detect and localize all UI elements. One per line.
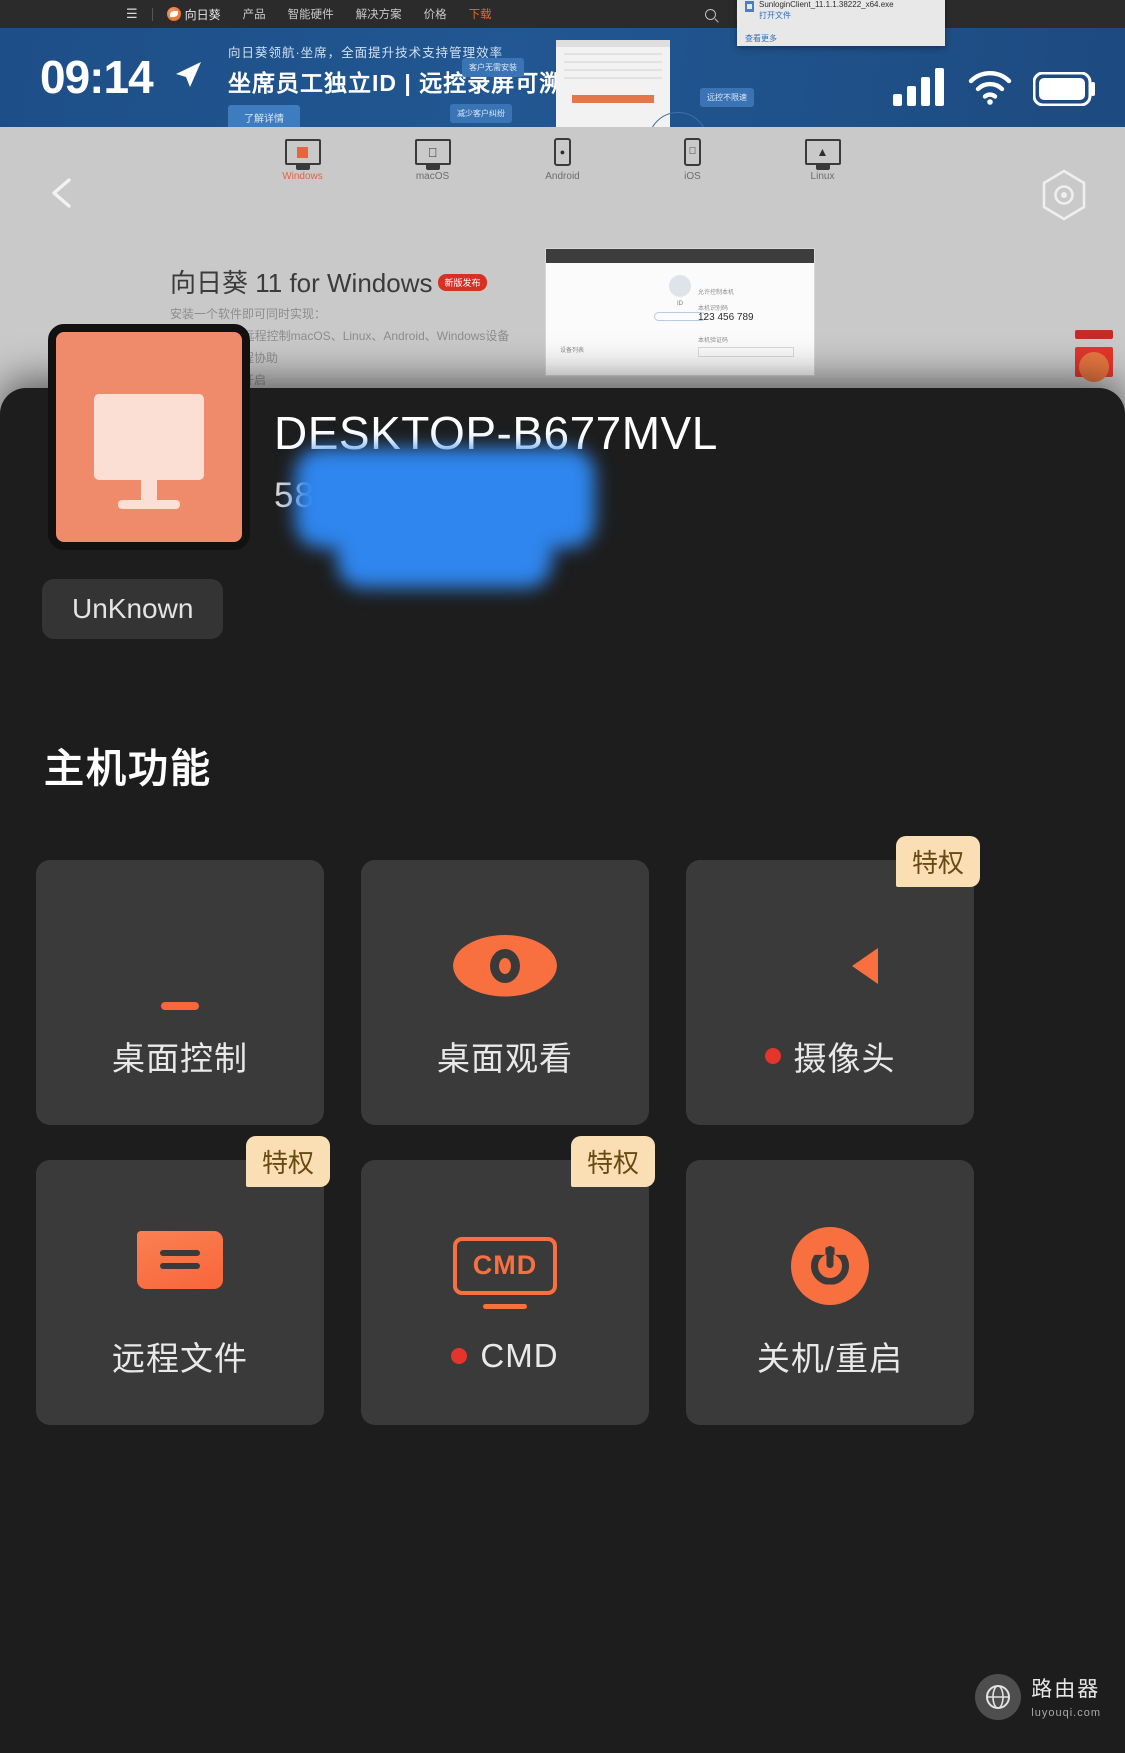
card-power[interactable]: 关机/重启 (686, 1160, 974, 1425)
ios-phone-icon:  (654, 135, 732, 169)
nav-link-pricing[interactable]: 价格 (424, 6, 447, 22)
os-tab-macos[interactable]:  macOS (394, 135, 472, 197)
hero-screenshot (556, 40, 670, 127)
device-id: 58 (274, 476, 315, 515)
new-release-badge: 新版发布 (438, 274, 487, 291)
os-tab-label: iOS (684, 171, 701, 182)
file-icon (745, 1, 754, 12)
brand-logo[interactable]: 向日葵 (166, 6, 221, 23)
card-label: 桌面观看 (437, 1039, 573, 1077)
see-more-link[interactable]: 查看更多 (745, 33, 937, 44)
eye-watch-icon (453, 906, 557, 1026)
card-label: 桌面控制 (112, 1039, 248, 1077)
sunflower-logo-icon (166, 7, 181, 21)
router-globe-icon (975, 1674, 1022, 1720)
card-desktop-watch[interactable]: 桌面观看 (361, 860, 649, 1125)
android-phone-icon: ● (524, 135, 602, 169)
desktop-monitor-icon (48, 324, 250, 550)
card-camera[interactable]: 特权 摄像头 (686, 836, 980, 1125)
recording-dot-icon (764, 1047, 781, 1064)
card-label: 关机/重启 (756, 1339, 904, 1377)
desktop-control-icon (137, 906, 223, 1026)
camera-icon (782, 906, 878, 1026)
privilege-badge: 特权 (570, 1136, 655, 1187)
os-tab-windows[interactable]: Windows (264, 135, 342, 197)
nav-link-hardware[interactable]: 智能硬件 (288, 6, 334, 22)
device-detail-panel: DESKTOP-B677MVL 58 UnKnown 主机功能 桌面控制 桌面观… (0, 324, 1125, 1753)
apple-monitor-icon:  (394, 135, 472, 169)
hamburger-menu-icon[interactable]: ☰ (126, 6, 138, 22)
os-tab-label: Android (545, 171, 580, 182)
open-file-link[interactable]: 打开文件 (759, 11, 791, 20)
status-badge: UnKnown (42, 579, 224, 639)
linux-monitor-icon: ▲ (784, 135, 862, 169)
floating-action-icon[interactable] (1079, 352, 1109, 382)
download-popup: SunloginClient_11.1.1.38222_x64.exe 打开文件… (737, 0, 945, 46)
watermark-subtitle: luyouqi.com (1031, 1707, 1101, 1719)
privilege-badge: 特权 (245, 1136, 330, 1187)
os-tab-ios[interactable]:  iOS (654, 135, 732, 197)
watermark-title: 路由器 (1031, 1678, 1101, 1701)
os-tabs: Windows  macOS ● Android  iOS ▲ Linux (0, 127, 1125, 197)
hero-banner: 向日葵领航·坐席，全面提升技术支持管理效率 坐席员工独立ID | 远控录屏可溯 … (0, 28, 1125, 127)
nav-link-products[interactable]: 产品 (243, 6, 266, 22)
product-screenshot: ID 123 456 789 允许控制本机 本机识别码 本机验证码 设备列表 (545, 248, 815, 376)
nav-link-solutions[interactable]: 解决方案 (356, 6, 402, 22)
hero-cta-button[interactable]: 了解详情 (228, 105, 300, 127)
hero-bubble-1: 客户无需安装 (462, 58, 524, 77)
download-filename: SunloginClient_11.1.1.38222_x64.exe (759, 0, 894, 9)
hero-bubble-2: 远控不限速 (700, 88, 754, 107)
device-name: DESKTOP-B677MVL (274, 407, 718, 459)
nav-divider (151, 7, 153, 21)
card-label: 摄像头 (793, 1039, 896, 1077)
folder-icon (137, 1206, 223, 1326)
brand-name: 向日葵 (184, 7, 221, 22)
card-label: CMD (480, 1336, 559, 1374)
product-title-row: 向日葵 11 for Windows 新版发布 (170, 263, 487, 300)
hero-bubble-3: 减少客户纠纷 (450, 104, 512, 123)
windows-monitor-icon (264, 135, 342, 169)
os-tab-android[interactable]: ● Android (524, 135, 602, 197)
desc-line-1: 安装一个软件即可同时实现： (170, 307, 327, 321)
redaction-marker (295, 448, 595, 588)
website-navbar: ☰ 向日葵 产品 智能硬件 解决方案 价格 下载 园丁计划 控制 (0, 0, 1125, 28)
card-label: 远程文件 (112, 1339, 248, 1377)
back-chevron-icon[interactable] (40, 170, 86, 216)
screenshot-avatar (669, 275, 691, 297)
recording-dot-icon (451, 1347, 468, 1364)
os-tab-linux[interactable]: ▲ Linux (784, 135, 862, 197)
hex-target-icon[interactable] (1037, 168, 1091, 222)
function-card-grid: 桌面控制 桌面观看 特权 摄像头 特权 远程文件 特权 CMD CMD 关机/重… (36, 836, 1088, 1425)
card-desktop-control[interactable]: 桌面控制 (36, 860, 324, 1125)
os-tab-label: macOS (415, 171, 450, 182)
privilege-badge: 特权 (895, 836, 980, 887)
nav-link-download[interactable]: 下载 (469, 6, 492, 22)
card-remote-files[interactable]: 特权 远程文件 (36, 1136, 330, 1425)
card-cmd[interactable]: 特权 CMD CMD (361, 1136, 655, 1425)
search-icon[interactable] (705, 8, 716, 20)
os-tab-label: Linux (810, 171, 835, 182)
power-icon (791, 1206, 869, 1326)
cmd-icon: CMD (453, 1211, 557, 1331)
page-title: 主机功能 (44, 747, 212, 791)
os-tab-label: Windows (282, 171, 323, 182)
product-title: 向日葵 11 for Windows (170, 268, 433, 298)
watermark: 路由器 luyouqi.com (975, 1673, 1101, 1721)
